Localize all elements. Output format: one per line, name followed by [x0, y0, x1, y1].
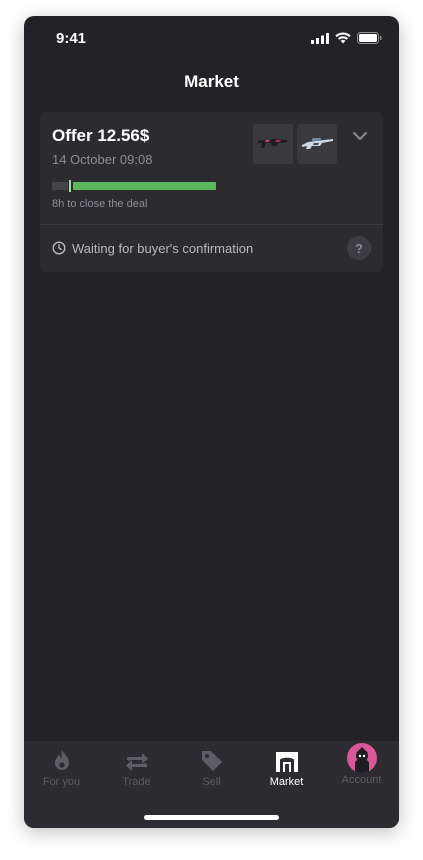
offer-card[interactable]: Offer 12.56$ 14 October 09:08 8h to clos… [40, 112, 383, 272]
tab-label: Account [341, 774, 382, 786]
offer-items [253, 124, 337, 164]
avatar [346, 743, 377, 773]
offer-date: 14 October 09:08 [52, 152, 153, 167]
item-thumbnail[interactable] [297, 124, 337, 164]
tag-icon [201, 751, 222, 771]
offer-status-row: Waiting for buyer's confirmation ? [52, 224, 371, 272]
rifle-skin-icon [258, 139, 288, 148]
tab-label: Trade [122, 776, 151, 788]
storefront-icon [275, 752, 298, 772]
clock-icon [52, 241, 66, 255]
item-thumbnail[interactable] [253, 124, 293, 164]
swap-arrows-icon [125, 753, 148, 771]
page-title: Market [184, 72, 239, 91]
battery-icon [357, 32, 382, 44]
tab-label: Sell [202, 776, 221, 788]
status-bar: 9:41 [24, 16, 399, 60]
tab-trade[interactable]: Trade [99, 741, 174, 801]
tab-label: For you [42, 776, 81, 788]
home-indicator[interactable] [144, 815, 279, 820]
status-icons [311, 32, 382, 44]
offer-status-text: Waiting for buyer's confirmation [72, 240, 254, 256]
deal-progress-bar [52, 180, 216, 192]
phone-screen: 9:41 Market Offer 12.56$ 14 October 09:0 [24, 16, 399, 828]
progress-remaining [73, 182, 216, 190]
progress-marker [69, 180, 71, 192]
flame-icon [54, 750, 69, 770]
offer-title: Offer 12.56$ [52, 126, 150, 145]
tab-account[interactable]: Account [324, 741, 399, 801]
tab-sell[interactable]: Sell [174, 741, 249, 801]
sniper-skin-icon [302, 138, 333, 149]
progress-caption: 8h to close the deal [52, 198, 148, 210]
chevron-down-icon[interactable] [352, 130, 368, 142]
tab-market[interactable]: Market [249, 741, 324, 801]
help-button[interactable]: ? [347, 236, 371, 260]
wifi-icon [335, 32, 351, 44]
avatar-character-icon [354, 747, 369, 773]
tab-label: Market [269, 776, 304, 788]
signal-icon [311, 32, 329, 44]
progress-elapsed [52, 182, 68, 190]
tab-for-you[interactable]: For you [24, 741, 99, 801]
status-time: 9:41 [56, 30, 87, 47]
